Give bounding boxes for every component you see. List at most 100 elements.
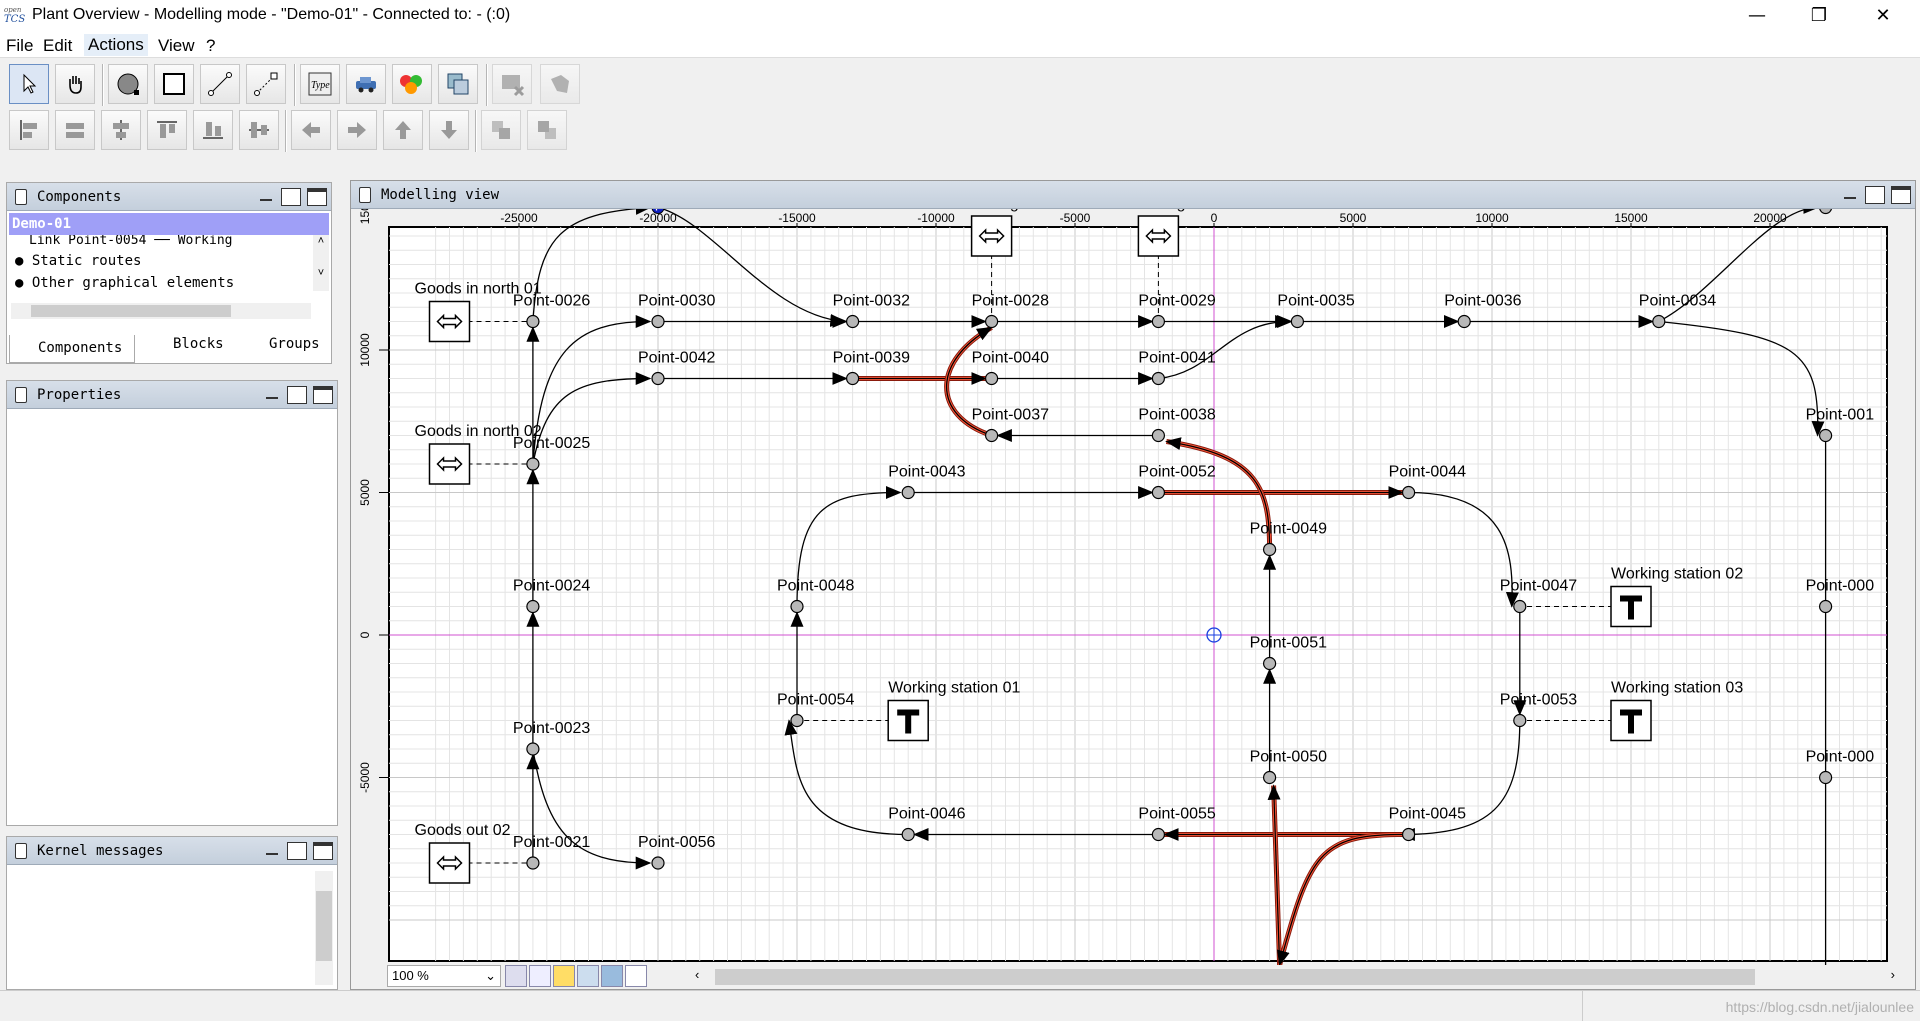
x-tick-label: -10000 (917, 211, 955, 225)
panel-float-icon[interactable] (287, 842, 307, 860)
align-left-icon[interactable] (9, 110, 49, 150)
point-label: Point-0029 (1138, 293, 1215, 310)
panel-maximize-icon[interactable] (307, 188, 327, 206)
modelling-view-title: Modelling view (351, 181, 1915, 209)
point-label: Point-0050 (1250, 749, 1327, 766)
point-marker (901, 827, 915, 842)
transfer-station-icon (970, 215, 1013, 257)
point-marker (984, 314, 999, 329)
panel-minimize-icon[interactable] (257, 188, 277, 206)
send-back-icon[interactable] (527, 110, 567, 150)
panel-float-icon[interactable] (281, 188, 301, 206)
menu-help[interactable]: ? (206, 36, 215, 56)
components-panel-title: Components (7, 183, 331, 211)
tree-item[interactable]: ● Other graphical elements (15, 275, 234, 291)
move-down-icon[interactable] (429, 110, 469, 150)
x-tick-label: 10000 (1475, 211, 1509, 225)
hide-icon[interactable] (540, 64, 580, 104)
point-label: Point-0036 (1444, 293, 1521, 310)
point-marker (1262, 656, 1277, 671)
move-up-icon[interactable] (383, 110, 423, 150)
left-ruler (351, 209, 387, 965)
point-marker (1652, 314, 1666, 329)
close-icon[interactable]: ✕ (1860, 0, 1906, 30)
horizontal-scrollbar[interactable] (11, 303, 311, 319)
point-label: Point-0052 (1138, 464, 1215, 481)
point-label: Point-0047 (1500, 578, 1577, 595)
kernel-messages-panel: Kernel messages (6, 836, 338, 990)
menu-edit[interactable]: Edit (43, 36, 72, 56)
menu-actions[interactable]: Actions (84, 34, 148, 56)
align-center-vertical-icon[interactable] (193, 110, 233, 150)
menu-file[interactable]: File (6, 36, 33, 56)
point-tool-icon[interactable] (108, 64, 148, 104)
horizontal-scrollbar[interactable]: ‹ › (691, 967, 1901, 987)
tree-root-selected[interactable]: Demo-01 (9, 213, 329, 235)
link-tool-icon[interactable] (246, 64, 286, 104)
align-top-icon[interactable] (147, 110, 187, 150)
location-type-icon[interactable]: Type (300, 64, 340, 104)
grid-toggle-icon[interactable] (505, 965, 527, 987)
modelling-view-panel: Modelling view -25000 -20000 -15000 -10000-… (350, 180, 1916, 990)
y-tick-label: 15000 (358, 209, 372, 224)
panel-float-icon[interactable] (287, 386, 307, 404)
point-label: Point-0042 (638, 350, 715, 367)
point-marker (846, 371, 860, 386)
tab-groups[interactable]: Groups (239, 331, 331, 359)
select-tool-icon[interactable] (9, 64, 49, 104)
block-icon[interactable] (392, 64, 432, 104)
menu-bar: File Edit Actions View ? (0, 32, 1920, 58)
panel-maximize-icon[interactable] (313, 842, 333, 860)
menu-view[interactable]: View (158, 36, 195, 56)
panel-minimize-icon[interactable] (263, 386, 283, 404)
title-bar: open TCS Plant Overview - Modelling mode … (0, 0, 1920, 32)
location-tool-icon[interactable] (154, 64, 194, 104)
align-right-icon[interactable] (101, 110, 141, 150)
drag-hand-icon[interactable] (55, 64, 95, 104)
align-center-horizontal-icon[interactable] (55, 110, 95, 150)
tree-item[interactable]: ● Static routes (15, 253, 141, 269)
ruler-icon[interactable] (553, 965, 575, 987)
panel-minimize-icon[interactable] (263, 842, 283, 860)
bring-front-icon[interactable] (481, 110, 521, 150)
zoom-select[interactable]: 100 % ⌄ (387, 965, 501, 987)
restore-icon[interactable]: ❐ (1796, 0, 1842, 30)
point-marker (1818, 770, 1833, 785)
vertical-scrollbar[interactable] (315, 871, 333, 985)
point-marker (790, 599, 804, 614)
move-right-icon[interactable] (337, 110, 377, 150)
label-toggle-icon[interactable] (577, 965, 599, 987)
align-bottom-icon[interactable] (239, 110, 279, 150)
panel-float-icon[interactable] (1865, 186, 1885, 204)
status-bar: https://blog.csdn.net/jialounlee (0, 990, 1920, 1021)
point-label: Point-0032 (833, 293, 910, 310)
vehicle-icon[interactable] (346, 64, 386, 104)
minimize-icon[interactable]: — (1734, 0, 1780, 30)
panel-maximize-icon[interactable] (313, 386, 333, 404)
point-marker (526, 457, 540, 471)
panel-maximize-icon[interactable] (1891, 186, 1911, 204)
group-icon[interactable] (438, 64, 478, 104)
point-label: Point-000 (1806, 749, 1875, 766)
location-label: Goods out 02 (415, 822, 511, 839)
view-toggle-group (505, 965, 675, 987)
plant-model-canvas[interactable]: -25000 -20000 -15000 -10000 -5000 0 5000 10000 1… (351, 209, 1915, 965)
vertical-scrollbar[interactable] (1895, 221, 1913, 931)
transfer-station-icon (428, 842, 471, 884)
panel-minimize-icon[interactable] (1841, 186, 1861, 204)
tab-blocks[interactable]: Blocks (145, 331, 237, 359)
vertical-scrollbar[interactable]: ˄ ˅ (313, 235, 329, 291)
point-label: Point-0035 (1277, 293, 1354, 310)
point-marker (901, 485, 915, 500)
delete-icon[interactable] (492, 64, 532, 104)
blocks-toggle-icon[interactable] (601, 965, 623, 987)
move-left-icon[interactable] (291, 110, 331, 150)
tree-item[interactable]: Link Point-0054 ── Working (29, 235, 309, 251)
y-tick-label: 10000 (358, 333, 372, 367)
drawing-area (388, 226, 1888, 962)
tab-components[interactable]: Components (9, 335, 135, 363)
svg-text:Type: Type (311, 80, 330, 91)
path-style-icon[interactable] (625, 965, 647, 987)
path-tool-icon[interactable] (200, 64, 240, 104)
grid-lines-icon[interactable] (529, 965, 551, 987)
